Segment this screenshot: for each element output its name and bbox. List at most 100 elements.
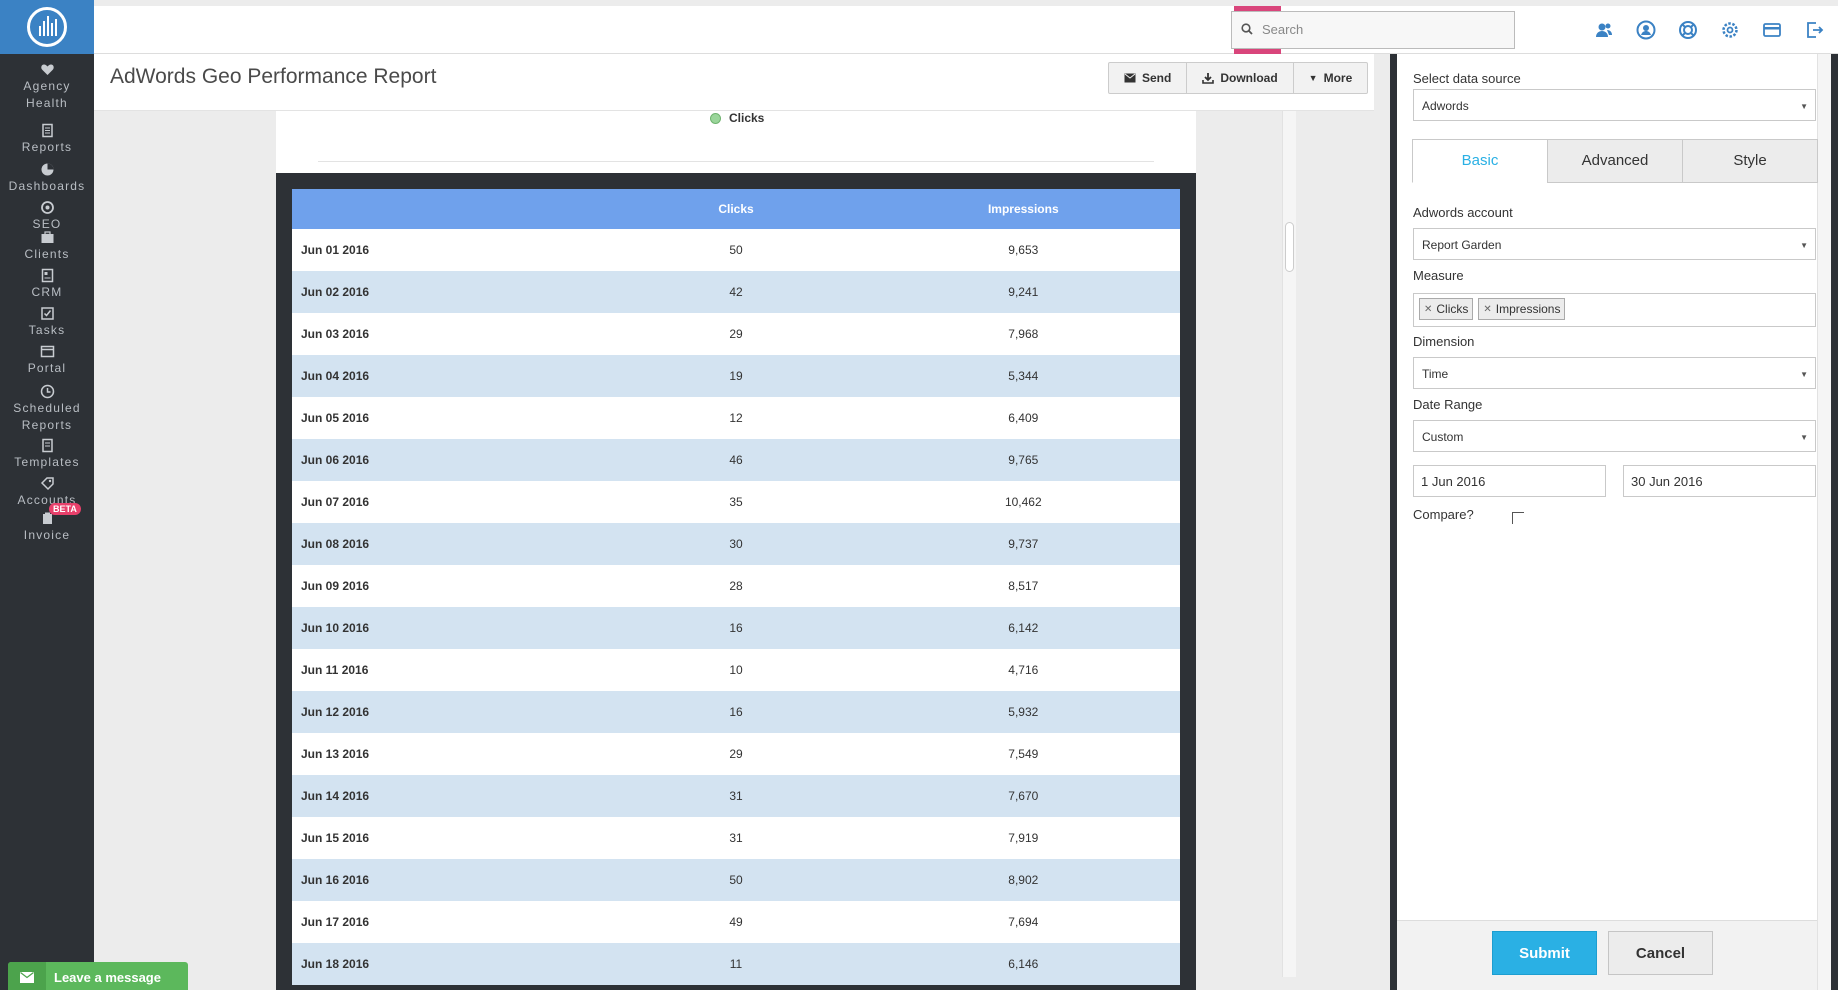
table-row: Jun 15 2016 31 7,919 (292, 817, 1180, 859)
report-header: AdWords Geo Performance Report Send Down… (94, 54, 1374, 111)
help-ring-icon[interactable] (1678, 20, 1698, 40)
sidebar-item-scheduled-reports[interactable]: Scheduled Reports (0, 384, 94, 434)
account-value: Report Garden (1422, 238, 1502, 252)
end-date-input[interactable]: 30 Jun 2016 (1623, 465, 1816, 497)
date-cell: Jun 05 2016 (292, 397, 606, 439)
table-row: Jun 13 2016 29 7,549 (292, 733, 1180, 775)
column-header-clicks[interactable]: Clicks (605, 189, 867, 229)
sidebar-item-label: Portal (27, 361, 67, 375)
panel-scrollbar[interactable] (1817, 54, 1831, 990)
tab-advanced[interactable]: Advanced (1547, 139, 1683, 183)
sidebar-item-label: SEO (32, 217, 62, 231)
cancel-button[interactable]: Cancel (1608, 931, 1713, 975)
target-icon (40, 201, 54, 214)
sidebar-item-tasks[interactable]: Tasks (0, 306, 94, 339)
measure-chip-impressions[interactable]: ✕ Impressions (1478, 298, 1566, 320)
remove-icon[interactable]: ✕ (1424, 304, 1432, 315)
sidebar-item-label: Clients (24, 247, 70, 261)
sidebar-item-label: Scheduled Reports (13, 401, 81, 432)
account-label: Adwords account (1413, 205, 1513, 220)
download-icon (1202, 73, 1215, 84)
table-row: Jun 04 2016 19 5,344 (292, 355, 1180, 397)
report-icon (41, 123, 53, 138)
sidebar-item-label: Reports (21, 140, 73, 154)
sidebar-item-agency-health[interactable]: Agency Health (0, 62, 94, 112)
sidebar-item-seo[interactable]: SEO (0, 200, 94, 233)
date-cell: Jun 15 2016 (292, 817, 606, 859)
users-icon[interactable] (1594, 20, 1614, 40)
table-row: Jun 17 2016 49 7,694 (292, 901, 1180, 943)
account-select[interactable]: Report Garden ▼ (1413, 228, 1816, 260)
date-cell: Jun 12 2016 (292, 691, 606, 733)
table-row: Jun 16 2016 50 8,902 (292, 859, 1180, 901)
date-cell: Jun 09 2016 (292, 565, 606, 607)
clicks-cell: 12 (605, 397, 867, 439)
date-cell: Jun 10 2016 (292, 607, 606, 649)
date-cell: Jun 17 2016 (292, 901, 606, 943)
data-source-label: Select data source (1413, 71, 1521, 86)
clicks-cell: 19 (605, 355, 867, 397)
data-source-select[interactable]: Adwords ▼ (1413, 89, 1816, 121)
dimension-select[interactable]: Time ▼ (1413, 357, 1816, 389)
clicks-cell: 49 (605, 901, 867, 943)
impressions-cell: 4,716 (866, 649, 1180, 691)
briefcase-icon (41, 231, 53, 243)
sidebar-item-templates[interactable]: Templates (0, 438, 94, 471)
date-range-label: Date Range (1413, 397, 1483, 412)
column-header-impressions[interactable]: Impressions (866, 189, 1180, 229)
date-range-select[interactable]: Custom ▼ (1413, 420, 1816, 452)
user-circle-icon[interactable] (1636, 20, 1656, 40)
tab-basic[interactable]: Basic (1412, 139, 1548, 183)
sidebar-item-clients[interactable]: Clients (0, 230, 94, 263)
sidebar-item-dashboards[interactable]: Dashboards (0, 162, 94, 195)
table-widget[interactable]: Clicks Impressions Jun 01 2016 50 9,653 Jun… (276, 173, 1196, 990)
start-date-input[interactable]: 1 Jun 2016 (1413, 465, 1606, 497)
sidebar-item-reports[interactable]: Reports (0, 123, 94, 156)
submit-button[interactable]: Submit (1492, 931, 1597, 975)
impressions-cell: 5,932 (866, 691, 1180, 733)
sidebar-item-accounts[interactable]: Accounts (0, 476, 94, 509)
credit-card-icon[interactable] (1762, 20, 1782, 40)
table-row: Jun 14 2016 31 7,670 (292, 775, 1180, 817)
table-row: Jun 01 2016 50 9,653 (292, 229, 1180, 271)
measure-label: Measure (1413, 268, 1464, 283)
download-button[interactable]: Download (1187, 63, 1294, 93)
date-cell: Jun 14 2016 (292, 775, 606, 817)
compare-label: Compare? (1413, 507, 1474, 522)
clicks-cell: 30 (605, 523, 867, 565)
report-actions: Send Download ▼ More (1108, 62, 1369, 94)
date-cell: Jun 06 2016 (292, 439, 606, 481)
table-row: Jun 09 2016 28 8,517 (292, 565, 1180, 607)
table-row: Jun 03 2016 29 7,968 (292, 313, 1180, 355)
date-cell: Jun 18 2016 (292, 943, 606, 985)
chevron-down-icon: ▼ (1800, 241, 1808, 250)
remove-icon[interactable]: ✕ (1483, 304, 1491, 315)
chart-legend[interactable]: Clicks (710, 111, 764, 125)
legend-dot-icon (710, 112, 721, 124)
gear-icon[interactable] (1720, 20, 1740, 40)
app-logo[interactable] (0, 0, 94, 54)
scrollbar-thumb[interactable] (1285, 222, 1294, 272)
date-range-value: Custom (1422, 430, 1464, 444)
caret-down-icon: ▼ (1308, 73, 1318, 83)
sidebar-item-portal[interactable]: Portal (0, 344, 94, 377)
measure-multiselect[interactable]: ✕ Clicks ✕ Impressions (1413, 293, 1816, 327)
compare-checkbox[interactable] (1512, 512, 1524, 524)
send-label: Send (1142, 71, 1172, 85)
sidebar-item-crm[interactable]: CRM (0, 268, 94, 301)
column-header-date[interactable] (292, 189, 606, 229)
more-button[interactable]: ▼ More (1294, 63, 1368, 93)
main-scrollbar[interactable] (1282, 111, 1296, 977)
tab-style[interactable]: Style (1682, 139, 1818, 183)
clicks-cell: 46 (605, 439, 867, 481)
left-sidebar: Agency Health Reports Dashboards SEO Clients… (0, 0, 94, 990)
search-input[interactable]: Search (1231, 11, 1515, 49)
envelope-icon (8, 962, 46, 990)
logout-icon[interactable] (1804, 20, 1824, 40)
portal-icon (40, 345, 54, 358)
sidebar-item-invoice[interactable]: Invoice BETA (0, 503, 94, 544)
measure-chip-clicks[interactable]: ✕ Clicks (1419, 298, 1474, 320)
dimension-value: Time (1422, 367, 1449, 381)
leave-message-button[interactable]: Leave a message (8, 962, 188, 990)
send-button[interactable]: Send (1109, 63, 1188, 93)
